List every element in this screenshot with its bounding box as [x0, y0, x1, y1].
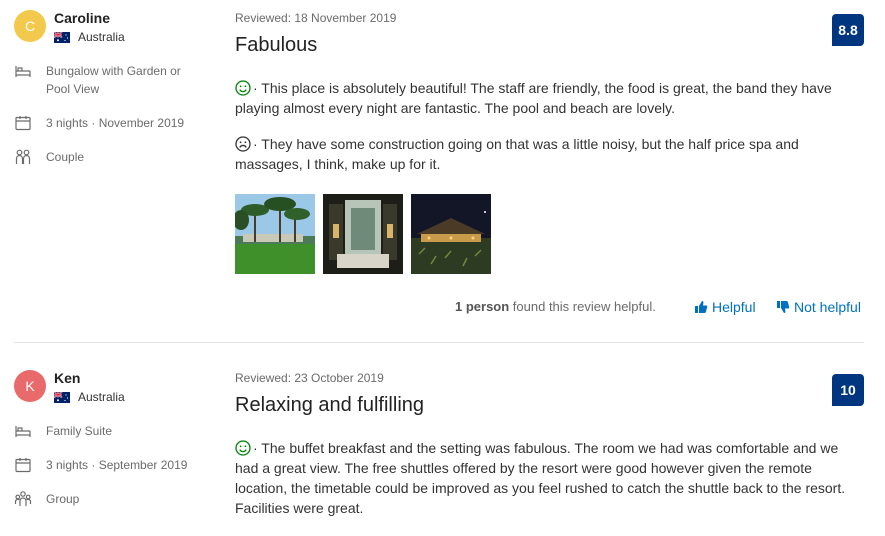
positive-text: · This place is absolutely beautiful! Th…	[235, 80, 832, 116]
review-title: Relaxing and fulfilling	[235, 394, 425, 416]
nights-label: 3 nights ·	[46, 458, 96, 472]
room-type-label: Family Suite	[46, 424, 113, 438]
bed-icon	[15, 66, 31, 77]
review-photo-1[interactable]	[235, 194, 315, 274]
happy-face-icon	[235, 80, 251, 96]
nights-label: 3 nights ·	[46, 116, 96, 130]
helpful-count-text: found this review helpful.	[509, 299, 656, 314]
review-divider	[14, 342, 864, 343]
helpful-count-bold: 1 person	[455, 299, 510, 314]
reviewer-country: Australia	[54, 30, 125, 44]
group-icon	[14, 491, 32, 506]
country-label: Australia	[78, 30, 125, 44]
review-card: K Ken Australia Family Suite 3 nights · …	[0, 360, 885, 536]
review-title: Fabulous	[235, 34, 318, 56]
avatar: C	[14, 10, 46, 42]
calendar-icon	[15, 458, 31, 473]
thumbs-up-icon	[695, 301, 708, 313]
avatar: K	[14, 370, 46, 402]
review-photo-3[interactable]	[411, 194, 491, 274]
review-card: C Caroline Australia Bungalow with Garde…	[0, 0, 885, 343]
sad-face-icon	[235, 136, 251, 152]
thumbs-down-icon	[777, 301, 790, 313]
stay-length: 3 nights · September 2019	[14, 456, 196, 474]
review-date: Reviewed: 23 October 2019	[235, 371, 384, 385]
country-label: Australia	[78, 390, 125, 404]
traveler-type-label: Group	[46, 492, 80, 506]
score-badge: 10	[832, 374, 864, 406]
helpful-count: 1 person found this review helpful.	[455, 299, 656, 314]
not-helpful-label: Not helpful	[794, 299, 861, 315]
traveler-type: Group	[14, 490, 196, 508]
score-badge: 8.8	[832, 14, 864, 46]
review-photo-2[interactable]	[323, 194, 403, 274]
couple-icon	[15, 149, 31, 164]
traveler-type-label: Couple	[46, 150, 85, 164]
calendar-icon	[15, 116, 31, 131]
review-date: Reviewed: 18 November 2019	[235, 11, 397, 25]
reviewer-country: Australia	[54, 390, 125, 404]
helpful-label: Helpful	[712, 299, 756, 315]
stay-date: September 2019	[98, 458, 188, 472]
negative-text: · They have some construction going on t…	[235, 136, 799, 172]
room-type: Bungalow with Garden or Pool View	[14, 62, 196, 98]
bed-icon	[15, 426, 31, 437]
reviewer-name: Caroline	[54, 10, 111, 26]
positive-text: · The buffet breakfast and the setting w…	[235, 440, 846, 516]
not-helpful-button[interactable]: Not helpful	[776, 299, 861, 315]
negative-comment: · They have some construction going on t…	[235, 134, 857, 174]
happy-face-icon	[235, 440, 251, 456]
positive-comment: · This place is absolutely beautiful! Th…	[235, 78, 857, 118]
australia-flag-icon	[54, 391, 70, 403]
room-type-label: Bungalow with Garden or Pool View	[46, 64, 181, 96]
australia-flag-icon	[54, 31, 70, 43]
stay-length: 3 nights · November 2019	[14, 114, 196, 132]
reviewer-name: Ken	[54, 370, 81, 386]
room-type: Family Suite	[14, 422, 196, 440]
stay-date: November 2019	[98, 116, 185, 130]
traveler-type: Couple	[14, 148, 196, 166]
positive-comment: · The buffet breakfast and the setting w…	[235, 438, 857, 518]
helpful-button[interactable]: Helpful	[694, 299, 756, 315]
